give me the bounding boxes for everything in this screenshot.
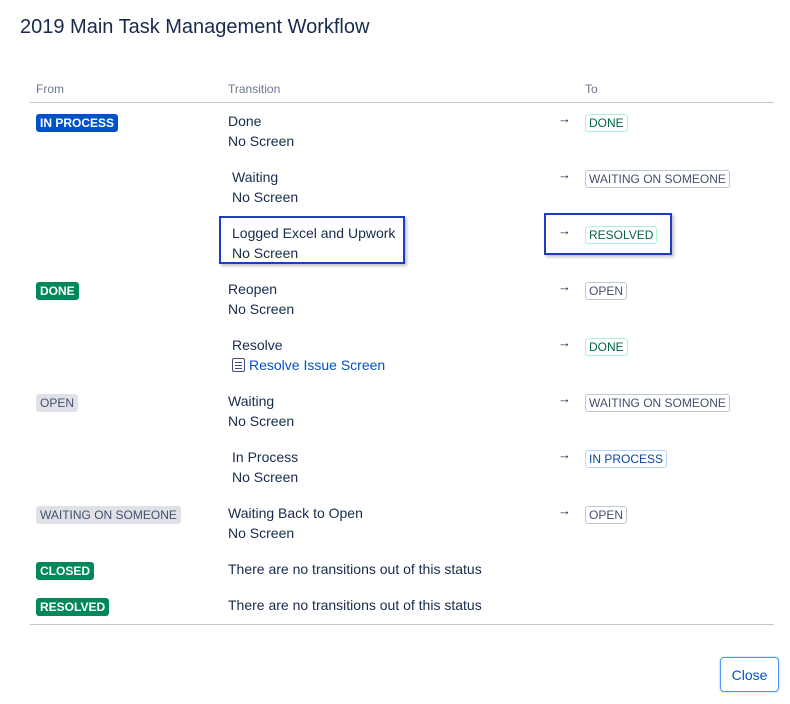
table-row: OPEN Waiting No Screen → WAITING ON SOME…: [30, 383, 774, 439]
transition-name: Waiting Back to Open: [228, 505, 363, 521]
from-status-lozenge: RESOLVED: [36, 598, 110, 616]
header-from: From: [36, 82, 64, 96]
transition-screen: No Screen: [228, 525, 295, 541]
transition-cell: Done No Screen: [228, 111, 294, 151]
table-row: IN PROCESS Done No Screen → DONE: [30, 103, 774, 159]
from-status-lozenge: IN PROCESS: [36, 114, 119, 132]
to-status-lozenge: IN PROCESS: [585, 450, 668, 468]
table-row: DONE Reopen No Screen → OPEN: [30, 271, 774, 327]
table-row: RESOLVED There are no transitions out of…: [30, 587, 774, 623]
transition-screen-link-wrap: Resolve Issue Screen: [232, 355, 385, 375]
to-status-lozenge: DONE: [585, 114, 628, 132]
table-row: In Process No Screen → IN PROCESS: [30, 439, 774, 495]
table-row: Resolve Resolve Issue Screen → DONE: [30, 327, 774, 383]
highlight-box-transition: [219, 216, 405, 264]
transition-cell: Resolve Resolve Issue Screen: [232, 335, 385, 375]
right-arrow-icon: →: [558, 447, 571, 462]
from-status-lozenge: WAITING ON SOMEONE: [36, 506, 181, 524]
to-status-lozenge: WAITING ON SOMEONE: [585, 170, 730, 188]
screen-doc-icon: [232, 358, 245, 372]
resolve-issue-screen-link[interactable]: Resolve Issue Screen: [249, 357, 385, 373]
transition-cell: Waiting Back to Open No Screen: [228, 503, 363, 543]
transition-cell: Reopen No Screen: [228, 279, 294, 319]
table-bottom-divider: [30, 624, 774, 625]
to-status-lozenge: WAITING ON SOMEONE: [585, 394, 730, 412]
transition-name: Waiting: [232, 169, 279, 185]
transition-screen: No Screen: [232, 189, 299, 205]
right-arrow-icon: →: [558, 503, 571, 518]
transition-name: Waiting: [228, 393, 275, 409]
transition-screen: No Screen: [228, 413, 295, 429]
header-to: To: [585, 82, 598, 96]
transition-cell: Waiting No Screen: [228, 391, 294, 431]
right-arrow-icon: →: [558, 279, 571, 294]
header-transition: Transition: [228, 82, 281, 96]
transition-screen: No Screen: [228, 133, 295, 149]
transitions-table: From Transition To IN PROCESS Done No Sc…: [30, 78, 774, 623]
transition-cell: In Process No Screen: [232, 447, 298, 487]
right-arrow-icon: →: [558, 391, 571, 406]
transition-screen: No Screen: [228, 301, 295, 317]
from-status-lozenge: OPEN: [36, 394, 79, 412]
table-row: Logged Excel and Upwork No Screen → RESO…: [30, 213, 774, 271]
from-status-lozenge: CLOSED: [36, 562, 95, 580]
right-arrow-icon: →: [558, 335, 571, 350]
highlight-box-target: [544, 213, 672, 255]
transition-name: In Process: [232, 449, 299, 465]
transition-screen: No Screen: [232, 469, 299, 485]
to-status-lozenge: DONE: [585, 338, 628, 356]
no-transitions-text: There are no transitions out of this sta…: [228, 597, 482, 613]
table-row: WAITING ON SOMEONE Waiting Back to Open …: [30, 495, 774, 551]
table-header: From Transition To: [30, 78, 774, 103]
no-transitions-text: There are no transitions out of this sta…: [228, 561, 482, 577]
table-row: CLOSED There are no transitions out of t…: [30, 551, 774, 587]
transition-name: Reopen: [228, 281, 278, 297]
to-status-lozenge: OPEN: [585, 506, 628, 524]
transition-name: Resolve: [232, 337, 283, 353]
table-row: Waiting No Screen → WAITING ON SOMEONE: [30, 159, 774, 215]
from-status-lozenge: DONE: [36, 282, 79, 300]
right-arrow-icon: →: [558, 111, 571, 126]
close-button[interactable]: Close: [720, 657, 779, 692]
transition-name: Done: [228, 113, 262, 129]
dialog-title: 2019 Main Task Management Workflow: [20, 16, 370, 38]
right-arrow-icon: →: [558, 167, 571, 182]
transition-cell: Waiting No Screen: [232, 167, 298, 207]
to-status-lozenge: OPEN: [585, 282, 628, 300]
